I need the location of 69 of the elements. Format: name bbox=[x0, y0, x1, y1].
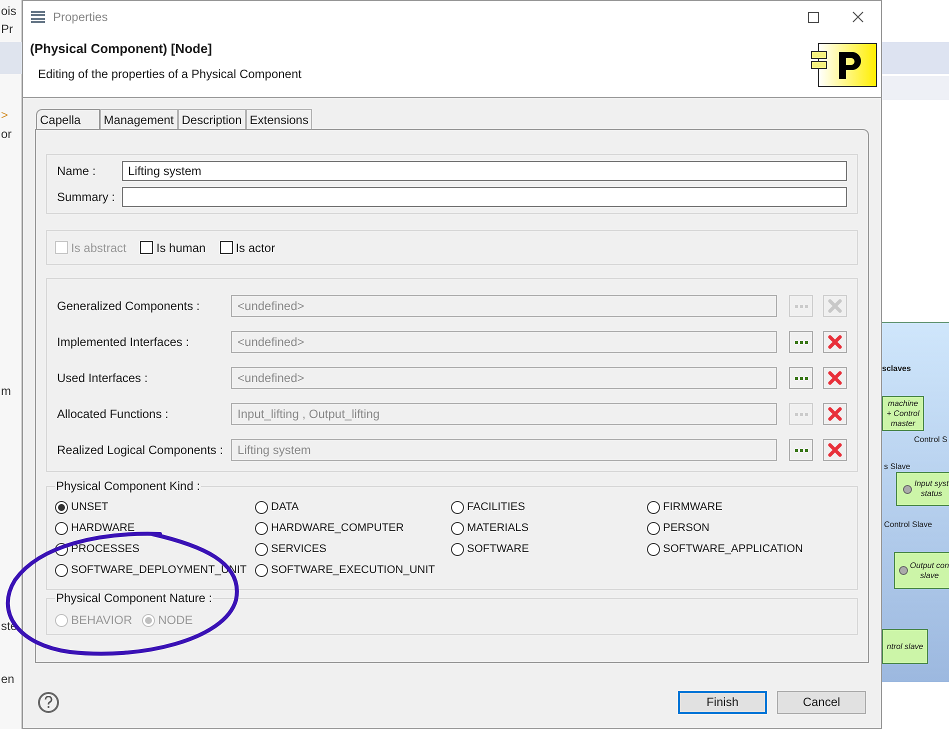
background-text: > bbox=[1, 108, 8, 122]
reference-field: Input_lifting , Output_lifting bbox=[230, 403, 778, 425]
dialog-button[interactable]: Finish bbox=[678, 690, 767, 714]
radio-button[interactable]: FACILITIES bbox=[451, 500, 647, 514]
container-title: sclaves bbox=[882, 363, 911, 375]
node-label: Output con slave bbox=[910, 560, 949, 580]
radio-button[interactable]: SOFTWARE bbox=[451, 542, 647, 556]
radio-button[interactable]: HARDWARE_COMPUTER bbox=[255, 521, 451, 535]
reference-field: Lifting system bbox=[230, 439, 778, 461]
radio-button[interactable]: SOFTWARE_APPLICATION bbox=[647, 542, 843, 556]
field-label: Implemented Interfaces : bbox=[57, 334, 190, 351]
field-label: Name : bbox=[57, 163, 97, 180]
browse-button[interactable] bbox=[789, 439, 814, 461]
tab[interactable]: Description bbox=[178, 109, 246, 129]
radio-button[interactable]: UNSET bbox=[55, 500, 255, 514]
name-field[interactable]: Lifting system bbox=[122, 161, 847, 181]
remove-button[interactable] bbox=[823, 367, 847, 389]
remove-button[interactable] bbox=[823, 439, 847, 461]
radio-button[interactable]: SERVICES bbox=[255, 542, 451, 556]
connector-label: Control S bbox=[914, 434, 948, 446]
background-text: en bbox=[1, 672, 14, 686]
browse-button[interactable] bbox=[789, 331, 814, 353]
background-text: m bbox=[1, 384, 11, 398]
field-label: Allocated Functions : bbox=[57, 406, 170, 423]
node-label: ntrol slave bbox=[886, 642, 924, 652]
background-text: ois bbox=[1, 4, 16, 18]
connector-label: Control Slave bbox=[884, 519, 932, 531]
radio-button[interactable]: MATERIALS bbox=[451, 521, 647, 535]
remove-button[interactable] bbox=[823, 403, 847, 425]
summary-field[interactable] bbox=[122, 187, 847, 207]
window-title: Properties bbox=[53, 9, 108, 26]
tab[interactable]: Management bbox=[100, 109, 178, 129]
node-label: Input syst status bbox=[914, 479, 949, 499]
radio-button[interactable]: HARDWARE bbox=[55, 521, 255, 535]
radio-button[interactable]: DATA bbox=[255, 500, 451, 514]
remove-button[interactable] bbox=[823, 331, 847, 353]
group-title: Physical Component Nature : bbox=[55, 591, 214, 605]
checkbox[interactable]: Is actor bbox=[220, 238, 276, 256]
component-p-icon bbox=[811, 43, 877, 87]
radio-button[interactable]: PROCESSES bbox=[55, 542, 255, 556]
maximize-icon[interactable] bbox=[808, 12, 819, 22]
checkbox[interactable]: Is human bbox=[140, 238, 206, 256]
node-label: machine + Control master bbox=[886, 398, 920, 428]
group-title: Physical Component Kind : bbox=[55, 479, 202, 493]
reference-field: <undefined> bbox=[230, 367, 778, 389]
background-text: or bbox=[1, 127, 12, 141]
field-label: Summary : bbox=[57, 189, 116, 206]
field-label: Used Interfaces : bbox=[57, 370, 149, 387]
connector-label: s Slave bbox=[884, 461, 910, 473]
help-icon[interactable] bbox=[38, 692, 59, 712]
field-label: Realized Logical Components : bbox=[57, 442, 224, 459]
background-text: Pr bbox=[1, 22, 13, 36]
window-icon bbox=[31, 11, 45, 23]
close-icon[interactable] bbox=[852, 11, 864, 23]
tab[interactable]: Extensions bbox=[246, 109, 312, 129]
radio-button[interactable]: FIRMWARE bbox=[647, 500, 843, 514]
browse-button[interactable] bbox=[789, 367, 814, 389]
function-icon bbox=[898, 566, 908, 575]
radio-button[interactable]: SOFTWARE_EXECUTION_UNIT bbox=[255, 563, 451, 577]
header-title: (Physical Component) [Node] bbox=[30, 41, 212, 57]
header-subtitle: Editing of the properties of a Physical Component bbox=[38, 66, 302, 83]
dialog-button[interactable]: Cancel bbox=[777, 690, 866, 714]
toolbar-background bbox=[882, 42, 949, 74]
function-icon bbox=[903, 484, 912, 494]
tab[interactable]: Capella bbox=[36, 109, 100, 129]
radio-button[interactable]: PERSON bbox=[647, 521, 843, 535]
reference-field: <undefined> bbox=[230, 331, 778, 353]
reference-field: <undefined> bbox=[230, 295, 778, 317]
field-label: Generalized Components : bbox=[57, 298, 201, 315]
